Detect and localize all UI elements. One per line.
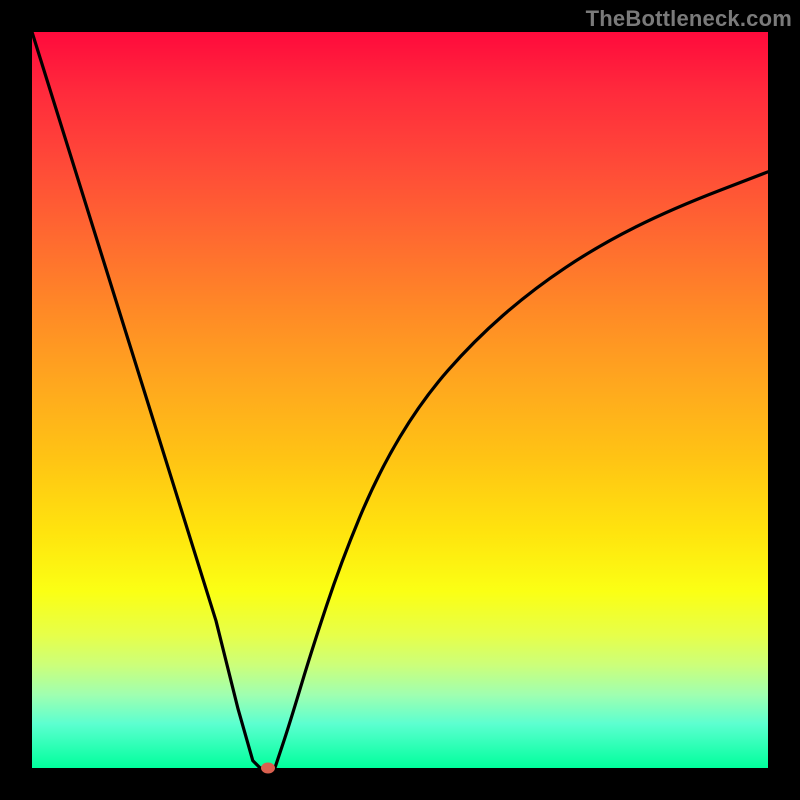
curve-path [32,32,768,768]
chart-frame: TheBottleneck.com [0,0,800,800]
plot-area [32,32,768,768]
watermark-text: TheBottleneck.com [586,6,792,32]
optimum-dot [261,763,275,774]
bottleneck-curve [32,32,768,768]
